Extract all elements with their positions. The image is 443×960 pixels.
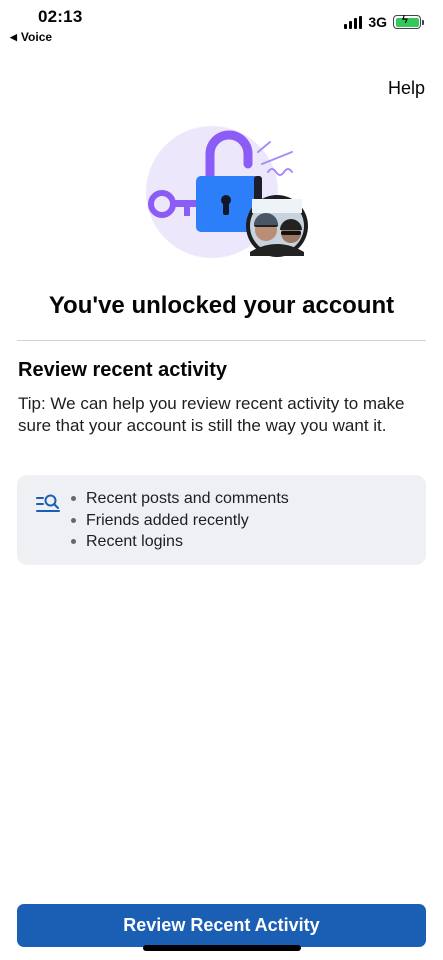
- activity-info-card: Recent posts and comments Friends added …: [17, 475, 426, 565]
- status-time: 02:13: [38, 7, 83, 26]
- list-item-label: Recent logins: [86, 533, 183, 550]
- page-title: You've unlocked your account: [48, 292, 395, 319]
- bullet-icon: [71, 539, 76, 545]
- battery-icon: ϟ: [393, 14, 424, 29]
- charging-bolt-icon: ϟ: [402, 14, 408, 26]
- search-list-icon: [36, 494, 60, 512]
- tip-text: Tip: We can help you review recent activ…: [18, 394, 405, 435]
- review-recent-activity-button[interactable]: Review Recent Activity: [17, 904, 426, 947]
- status-bar: 02:13 ◀ Voice 3G ϟ: [0, 0, 443, 48]
- divider: [17, 340, 426, 341]
- signal-strength-icon: [344, 15, 363, 29]
- avatar: [246, 195, 308, 257]
- back-triangle-icon: ◀: [10, 31, 17, 42]
- list-item: Recent logins: [71, 531, 289, 553]
- list-item: Friends added recently: [71, 510, 289, 532]
- list-item-label: Friends added recently: [86, 511, 249, 529]
- back-to-app-link[interactable]: ◀ Voice: [10, 30, 52, 44]
- status-indicators: 3G ϟ: [344, 14, 424, 30]
- bullet-icon: [71, 496, 76, 502]
- unlock-illustration: [146, 126, 308, 258]
- list-item-label: Recent posts and comments: [86, 490, 289, 507]
- back-app-label: Voice: [20, 30, 53, 44]
- bullet-icon: [71, 517, 76, 523]
- activity-list: Recent posts and comments Friends added …: [71, 488, 289, 553]
- home-indicator[interactable]: [143, 945, 301, 951]
- help-link[interactable]: Help: [388, 78, 425, 99]
- section-heading: Review recent activity: [18, 359, 227, 381]
- list-item: Recent posts and comments: [71, 488, 289, 510]
- network-type: 3G: [368, 14, 387, 30]
